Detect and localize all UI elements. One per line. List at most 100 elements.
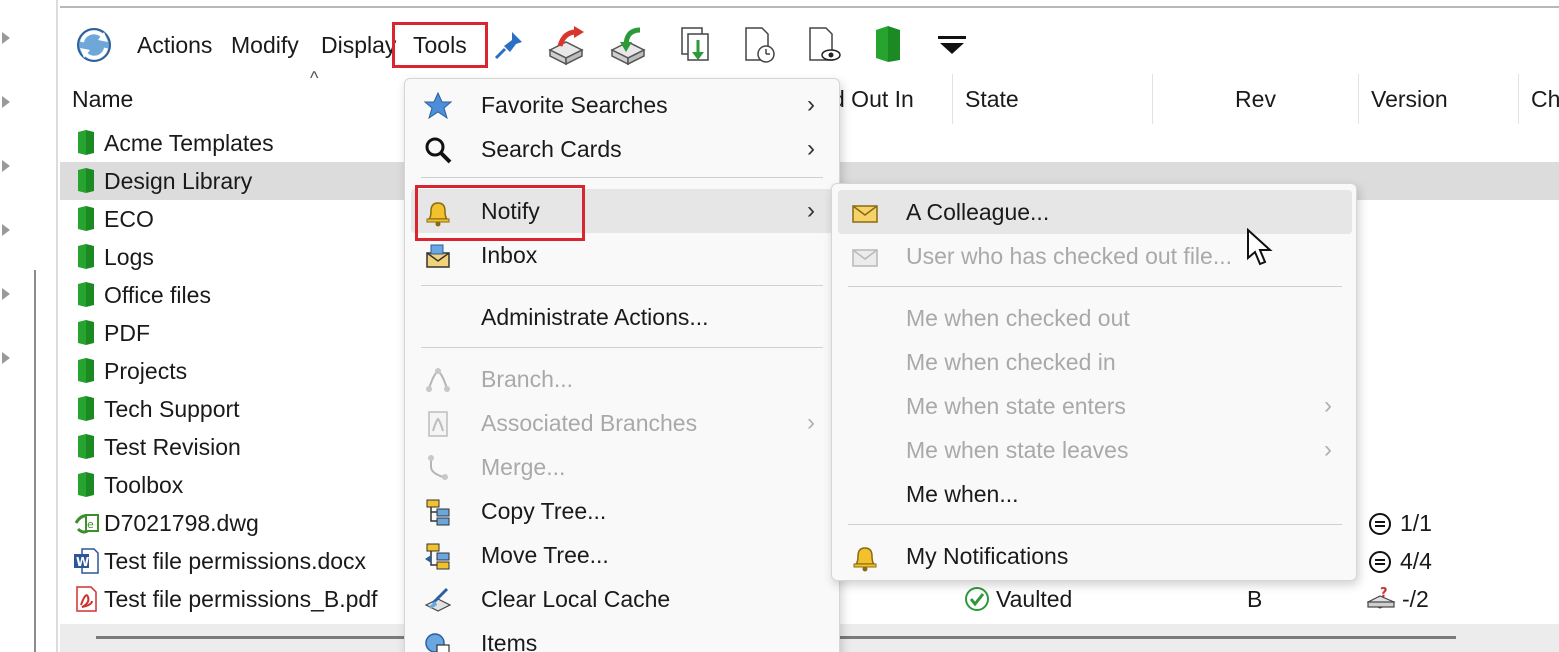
expand-arrow-icon[interactable] (2, 288, 10, 300)
menu-item-search-cards[interactable]: Search Cards › (411, 127, 835, 171)
menu-item-branch[interactable]: Branch... (411, 357, 835, 401)
column-rev[interactable]: Rev (1152, 74, 1358, 124)
item-name: D7021798.dwg (104, 510, 259, 536)
column-name[interactable]: Name (60, 74, 406, 124)
menu-item-merge[interactable]: Merge... (411, 445, 835, 489)
menu-item-me-when-state-enters[interactable]: Me when state enters › (838, 384, 1352, 428)
search-icon (425, 137, 452, 164)
menu-modify[interactable]: Modify (231, 28, 299, 62)
item-name: Office files (104, 282, 211, 308)
submenu-arrow-icon: › (807, 135, 815, 162)
history-icon[interactable] (740, 24, 780, 66)
toolbar: Actions Modify Display Tools (60, 8, 1559, 74)
copy-tree-icon (426, 499, 450, 526)
submenu-arrow-icon: › (807, 197, 815, 224)
pin-icon[interactable] (490, 24, 530, 66)
column-version[interactable]: Version (1358, 74, 1518, 124)
svg-text:W: W (76, 555, 89, 569)
folder-icon (78, 358, 94, 383)
menu-item-me-when-checked-in[interactable]: Me when checked in (838, 340, 1352, 384)
column-version-label: Version (1371, 86, 1448, 112)
menu-item-my-notifications[interactable]: My Notifications (838, 534, 1352, 578)
submenu-arrow-icon: › (1324, 392, 1332, 419)
envelope-icon (852, 205, 878, 223)
tools-highlight-box (392, 22, 488, 68)
menu-separator (848, 286, 1342, 287)
item-name: Test Revision (104, 434, 241, 460)
expand-arrow-icon[interactable] (2, 352, 10, 364)
menu-item-associated-branches[interactable]: Associated Branches › (411, 401, 835, 445)
move-tree-icon (425, 543, 450, 570)
items-icon (425, 633, 450, 652)
column-checked-out-in[interactable]: d Out In (824, 74, 952, 124)
menu-item-me-when-checked-out[interactable]: Me when checked out (838, 296, 1352, 340)
inbox-icon (426, 244, 450, 268)
column-rev-label: Rev (1235, 86, 1276, 112)
menu-item-move-tree[interactable]: Move Tree... (411, 533, 835, 577)
branch-icon (426, 368, 450, 392)
expand-arrow-icon[interactable] (2, 160, 10, 172)
notify-highlight-box (415, 185, 585, 241)
item-name: Design Library (104, 168, 253, 194)
vaulted-check-icon (965, 587, 989, 611)
folder-icon (78, 130, 94, 155)
dwg-file-icon: e (74, 514, 99, 534)
submenu-arrow-icon: › (807, 91, 815, 118)
folder-icon (78, 434, 94, 459)
vault-folder-icon[interactable] (868, 24, 908, 66)
item-name: Tech Support (104, 396, 240, 422)
menu-item-favorite-searches[interactable]: Favorite Searches › (411, 83, 835, 127)
version-status-icon (1369, 551, 1391, 573)
pane-splitter[interactable] (56, 0, 58, 652)
expand-arrow-icon[interactable] (2, 224, 10, 236)
folder-icon (78, 206, 94, 231)
submenu-arrow-icon: › (1324, 436, 1332, 463)
left-gutter (0, 0, 60, 652)
item-name: PDF (104, 320, 150, 346)
item-name: Toolbox (104, 472, 184, 498)
folder-icon (78, 282, 94, 307)
version-status-icon (1369, 513, 1391, 535)
bell-icon (853, 547, 877, 572)
item-rev: B (1247, 586, 1263, 612)
menu-item-administrate-actions[interactable]: Administrate Actions... (411, 295, 835, 339)
merge-icon (428, 455, 448, 480)
item-name: Acme Templates (104, 130, 274, 156)
overflow-dropdown-icon[interactable] (932, 24, 972, 66)
menu-item-me-when-state-leaves[interactable]: Me when state leaves › (838, 428, 1352, 472)
column-state[interactable]: State (952, 74, 1152, 124)
item-state: Vaulted (996, 586, 1073, 612)
folder-icon (78, 244, 94, 269)
menu-actions[interactable]: Actions (137, 28, 212, 62)
pane-divider (34, 270, 36, 652)
star-icon (423, 91, 453, 120)
preview-icon[interactable] (804, 24, 844, 66)
folder-icon (78, 168, 94, 193)
item-name: Test file permissions.docx (104, 548, 367, 574)
menu-item-me-when[interactable]: Me when... (838, 472, 1352, 516)
mouse-cursor-icon (1247, 228, 1273, 266)
expand-arrow-icon[interactable] (2, 96, 10, 108)
item-version: -/2 (1402, 586, 1429, 612)
column-checked-out-by[interactable]: Ch (1518, 74, 1559, 124)
menu-display[interactable]: Display (321, 28, 396, 62)
column-checked-out-in-label: d Out In (832, 86, 914, 112)
pdf-file-icon (76, 586, 97, 612)
get-latest-icon[interactable] (676, 24, 716, 66)
item-version: 1/1 (1400, 510, 1432, 536)
check-in-icon[interactable] (608, 24, 648, 66)
check-out-icon[interactable] (546, 24, 586, 66)
item-name: ECO (104, 206, 154, 232)
refresh-icon[interactable] (74, 24, 114, 66)
menu-item-clear-local-cache[interactable]: Clear Local Cache (411, 577, 835, 621)
submenu-arrow-icon: › (807, 409, 815, 436)
menu-item-items[interactable]: Items (411, 621, 835, 652)
associated-branches-icon (428, 411, 448, 437)
folder-icon (78, 472, 94, 497)
menu-item-copy-tree[interactable]: Copy Tree... (411, 489, 835, 533)
svg-text:e: e (87, 518, 94, 531)
folder-icon (78, 396, 94, 421)
envelope-icon (852, 249, 878, 267)
clear-cache-icon (424, 587, 452, 612)
expand-arrow-icon[interactable] (2, 32, 10, 44)
